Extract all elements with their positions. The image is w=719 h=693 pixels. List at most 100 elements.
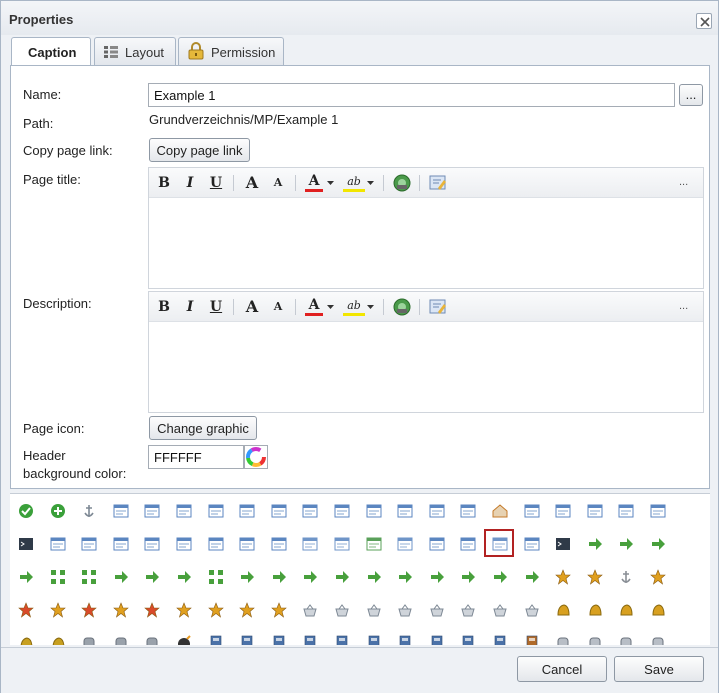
gallery-cube-icon[interactable] bbox=[618, 635, 634, 645]
gallery-arrow-icon[interactable] bbox=[302, 569, 318, 585]
close-button[interactable] bbox=[696, 13, 712, 29]
gallery-win2-icon[interactable] bbox=[208, 503, 224, 519]
gallery-list-icon[interactable] bbox=[429, 536, 445, 552]
gallery-arrow-icon[interactable] bbox=[18, 569, 34, 585]
gallery-arrow-icon[interactable] bbox=[587, 536, 603, 552]
copy-page-link-button[interactable]: Copy page link bbox=[149, 138, 250, 162]
gallery-bell-icon[interactable] bbox=[555, 602, 571, 618]
shrink-font-button[interactable]: A bbox=[269, 298, 287, 316]
color-picker-button[interactable] bbox=[244, 445, 268, 469]
gallery-arrow-icon[interactable] bbox=[429, 569, 445, 585]
gallery-brush-icon[interactable] bbox=[50, 635, 66, 645]
gallery-arrow-icon[interactable] bbox=[176, 569, 192, 585]
gallery-cols-icon[interactable] bbox=[176, 536, 192, 552]
gallery-basket-icon[interactable] bbox=[302, 602, 318, 618]
gallery-win-icon[interactable] bbox=[524, 536, 540, 552]
description-content[interactable] bbox=[149, 323, 703, 412]
gallery-arrow-icon[interactable] bbox=[239, 569, 255, 585]
gallery-term-icon[interactable] bbox=[18, 536, 34, 552]
gallery-book-icon[interactable] bbox=[239, 635, 255, 645]
gallery-box-icon[interactable] bbox=[524, 635, 540, 645]
gallery-arrow-icon[interactable] bbox=[460, 569, 476, 585]
gallery-sel-icon[interactable] bbox=[460, 536, 476, 552]
gallery-arrow-icon[interactable] bbox=[144, 569, 160, 585]
gallery-win-icon[interactable] bbox=[271, 536, 287, 552]
bold-button[interactable]: B bbox=[155, 174, 173, 192]
gallery-star-icon[interactable] bbox=[49, 602, 66, 618]
gallery-basket-icon[interactable] bbox=[524, 602, 540, 618]
bold-button[interactable]: B bbox=[155, 298, 173, 316]
gallery-basket-icon[interactable] bbox=[397, 602, 413, 618]
gallery-basket-icon[interactable] bbox=[429, 602, 445, 618]
highlight-button[interactable]: ab bbox=[343, 298, 365, 316]
header-bg-color-input[interactable] bbox=[148, 445, 244, 469]
gallery-win-icon[interactable] bbox=[271, 503, 287, 519]
gallery-win-icon[interactable] bbox=[144, 536, 160, 552]
gallery-grid-icon[interactable] bbox=[81, 569, 97, 585]
gallery-win-icon[interactable] bbox=[113, 503, 129, 519]
gallery-db-icon[interactable] bbox=[144, 635, 160, 645]
edit-source-icon[interactable] bbox=[429, 298, 447, 316]
gallery-arrow-icon[interactable] bbox=[366, 569, 382, 585]
gallery-win-icon[interactable] bbox=[460, 503, 476, 519]
gallery-win-icon[interactable] bbox=[113, 536, 129, 552]
gallery-db-icon[interactable] bbox=[81, 635, 97, 645]
gallery-arrow-icon[interactable] bbox=[650, 536, 666, 552]
italic-button[interactable]: I bbox=[181, 298, 199, 316]
gallery-arrow-icon[interactable] bbox=[113, 569, 129, 585]
gallery-star-icon[interactable] bbox=[176, 602, 192, 618]
gallery-basket-icon[interactable] bbox=[460, 602, 476, 618]
gallery-medal-icon[interactable] bbox=[81, 602, 97, 618]
gallery-win-icon[interactable] bbox=[650, 503, 666, 519]
gallery-star-icon[interactable] bbox=[239, 602, 255, 618]
gallery-term-icon[interactable] bbox=[555, 536, 571, 552]
insert-link-icon[interactable] bbox=[393, 298, 411, 316]
tab-layout[interactable]: Layout bbox=[94, 37, 176, 65]
gallery-book-icon[interactable] bbox=[397, 635, 413, 645]
gallery-cols-icon[interactable] bbox=[81, 536, 97, 552]
gallery-cube-icon[interactable] bbox=[587, 635, 603, 645]
gallery-star-icon[interactable] bbox=[112, 602, 129, 618]
gallery-db-icon[interactable] bbox=[113, 635, 129, 645]
gallery-list-icon[interactable] bbox=[397, 503, 413, 519]
gallery-anchor-icon[interactable] bbox=[81, 503, 97, 519]
gallery-win-icon[interactable] bbox=[555, 503, 571, 519]
edit-source-icon[interactable] bbox=[429, 174, 447, 192]
gallery-book-icon[interactable] bbox=[334, 635, 350, 645]
gallery-bell-icon[interactable] bbox=[618, 602, 634, 618]
gallery-arrow-icon[interactable] bbox=[524, 569, 540, 585]
change-graphic-button[interactable]: Change graphic bbox=[149, 416, 257, 440]
gallery-brush-icon[interactable] bbox=[18, 635, 34, 645]
gallery-book-icon[interactable] bbox=[492, 635, 508, 645]
gallery-book-icon[interactable] bbox=[208, 635, 224, 645]
gallery-star-icon[interactable] bbox=[650, 569, 666, 585]
gallery-book-icon[interactable] bbox=[429, 635, 445, 645]
gallery-basket-icon[interactable] bbox=[366, 602, 382, 618]
more-button[interactable]: ... bbox=[679, 176, 688, 188]
gallery-win-icon[interactable] bbox=[587, 503, 603, 519]
gallery-win-icon[interactable] bbox=[144, 503, 160, 519]
italic-button[interactable]: I bbox=[181, 174, 199, 192]
gallery-img-icon[interactable] bbox=[366, 536, 382, 552]
gallery-arrow-icon[interactable] bbox=[271, 569, 287, 585]
gallery-cube-icon[interactable] bbox=[555, 635, 571, 645]
gallery-star-icon[interactable] bbox=[270, 602, 287, 618]
gallery-win-icon[interactable] bbox=[239, 536, 255, 552]
gallery-arrow-icon[interactable] bbox=[618, 536, 634, 552]
gallery-bell-icon[interactable] bbox=[650, 602, 666, 618]
gallery-star-icon[interactable] bbox=[555, 569, 571, 585]
gallery-pin-icon[interactable] bbox=[618, 569, 634, 585]
gallery-star-icon[interactable] bbox=[586, 569, 603, 585]
gallery-check-icon[interactable] bbox=[18, 503, 34, 519]
gallery-book-icon[interactable] bbox=[271, 635, 287, 645]
gallery-bell-icon[interactable] bbox=[587, 602, 603, 618]
gallery-table-icon[interactable] bbox=[334, 536, 350, 552]
gallery-table-icon[interactable] bbox=[302, 536, 318, 552]
gallery-arrow-icon[interactable] bbox=[492, 569, 508, 585]
shrink-font-button[interactable]: A bbox=[269, 174, 287, 192]
browse-button[interactable]: ... bbox=[679, 84, 703, 106]
insert-link-icon[interactable] bbox=[393, 174, 411, 192]
gallery-book-icon[interactable] bbox=[302, 635, 318, 645]
name-input[interactable] bbox=[148, 83, 675, 107]
gallery-basket-icon[interactable] bbox=[334, 602, 350, 618]
